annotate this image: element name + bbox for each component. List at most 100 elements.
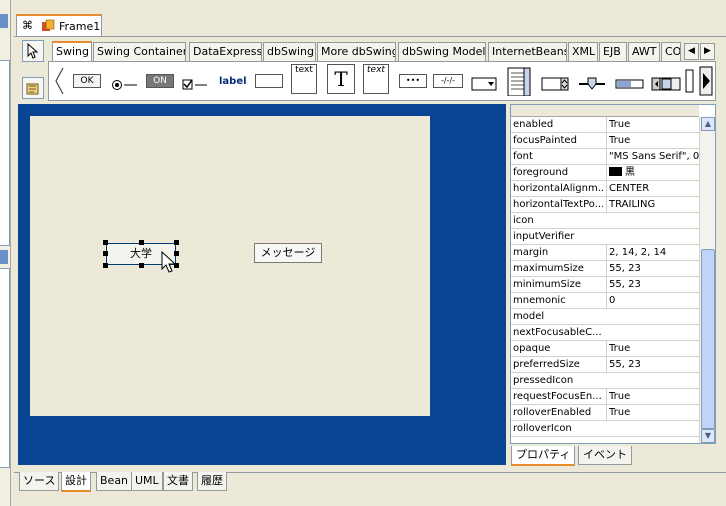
palette-jtextfield[interactable] xyxy=(255,74,283,88)
property-row[interactable]: preferredSize 55, 23 xyxy=(511,357,699,373)
selection-tool-button[interactable] xyxy=(22,40,44,62)
property-row[interactable]: font "MS Sans Serif", 0 xyxy=(511,149,699,165)
view-tab-design[interactable]: 設計 xyxy=(61,472,91,492)
palette-tab-xml[interactable]: XML xyxy=(568,42,598,62)
resize-handle-s[interactable] xyxy=(139,263,144,268)
bean-chooser-button[interactable] xyxy=(22,77,44,99)
palette-tab-dataexpress[interactable]: DataExpress xyxy=(189,42,262,62)
left-panel-top[interactable] xyxy=(0,60,10,246)
view-tab-uml[interactable]: UML xyxy=(131,472,163,491)
property-name: enabled xyxy=(513,119,554,130)
property-value[interactable]: 0 xyxy=(606,293,699,308)
property-value[interactable]: 55, 23 xyxy=(606,261,699,276)
property-value[interactable]: True xyxy=(606,117,699,132)
palette-jlist[interactable] xyxy=(507,66,533,97)
left-panel-bottom[interactable] xyxy=(0,268,10,468)
view-tab-bean[interactable]: Bean xyxy=(96,472,133,491)
view-tab-source[interactable]: ソース xyxy=(19,472,60,491)
palette-jformattedtextfield[interactable]: -/-/- xyxy=(433,74,463,88)
palette-tab-swing-containers[interactable]: Swing Containers xyxy=(93,42,186,62)
bean-chooser-icon xyxy=(26,83,39,95)
property-name: font xyxy=(513,151,533,162)
palette-tab-dbswing-models[interactable]: dbSwing Models xyxy=(398,42,486,62)
property-row[interactable]: opaque True xyxy=(511,341,699,357)
property-row[interactable]: rolloverEnabled True xyxy=(511,405,699,421)
property-row[interactable]: rolloverIcon xyxy=(511,421,699,437)
property-row[interactable]: minimumSize 55, 23 xyxy=(511,277,699,293)
property-value[interactable]: CENTER xyxy=(606,181,699,196)
property-value[interactable]: TRAILING xyxy=(606,197,699,212)
property-value[interactable]: True xyxy=(606,405,699,420)
property-value[interactable]: True xyxy=(606,389,699,404)
palette-tab-ejb[interactable]: EJB xyxy=(599,42,627,62)
tab-scroll-right-icon[interactable]: ▶ xyxy=(700,43,715,60)
property-row[interactable]: horizontalTextPo... TRAILING xyxy=(511,197,699,213)
property-value[interactable]: True xyxy=(606,341,699,356)
resize-handle-ne[interactable] xyxy=(174,240,179,245)
property-value[interactable]: "MS Sans Serif", 0 xyxy=(606,149,699,164)
resize-handle-n[interactable] xyxy=(139,240,144,245)
palette-jcombobox[interactable] xyxy=(471,66,499,96)
close-icon[interactable]: ⌘ xyxy=(22,19,33,32)
palette-jpasswordfield[interactable]: ••• xyxy=(399,74,427,88)
inspector-tab-properties[interactable]: プロパティ xyxy=(511,446,576,466)
left-tab-marker[interactable] xyxy=(0,14,8,28)
property-scrollbar[interactable]: ▲ ▼ xyxy=(699,117,715,443)
resize-handle-w[interactable] xyxy=(103,251,108,256)
property-row[interactable]: model xyxy=(511,309,699,325)
palette-jbutton[interactable]: OK xyxy=(73,74,101,88)
property-row[interactable]: icon xyxy=(511,213,699,229)
property-row[interactable]: margin 2, 14, 2, 14 xyxy=(511,245,699,261)
palette-jlabel[interactable]: label xyxy=(219,76,247,88)
property-row[interactable]: maximumSize 55, 23 xyxy=(511,261,699,277)
palette-jscrollbar[interactable] xyxy=(651,66,681,96)
palette-tab-internetbeans[interactable]: InternetBeans xyxy=(488,42,567,62)
scroll-down-icon[interactable]: ▼ xyxy=(701,429,715,443)
palette-tab-dbswing[interactable]: dbSwing xyxy=(263,42,316,62)
property-row[interactable]: pressedIcon xyxy=(511,373,699,389)
property-row[interactable]: focusPainted True xyxy=(511,133,699,149)
property-row[interactable]: enabled True xyxy=(511,117,699,133)
palette-jeditorpane[interactable]: text xyxy=(363,64,389,94)
palette-scroll-right-icon[interactable] xyxy=(699,66,713,96)
palette-tab-more-dbswing[interactable]: More dbSwing xyxy=(317,42,396,62)
palette-scroll-left-icon[interactable] xyxy=(53,66,65,96)
scroll-up-icon[interactable]: ▲ xyxy=(701,117,715,131)
resize-handle-nw[interactable] xyxy=(103,240,108,245)
left-tab-marker-2[interactable] xyxy=(0,250,8,264)
tab-scroll-left-icon[interactable]: ◀ xyxy=(684,43,699,60)
property-name: mnemonic xyxy=(513,295,566,306)
file-tab-frame1[interactable]: ⌘ Frame1 xyxy=(16,14,102,36)
palette-tab-swing[interactable]: Swing xyxy=(52,41,92,63)
message-button[interactable]: メッセージ xyxy=(254,243,322,263)
palette-jseparator[interactable] xyxy=(685,66,695,96)
palette-jprogressbar[interactable] xyxy=(615,66,645,96)
property-value[interactable]: 55, 23 xyxy=(606,277,699,292)
palette-tab-awt[interactable]: AWT xyxy=(628,42,660,62)
property-row[interactable]: foreground 黒 xyxy=(511,165,699,181)
frame-content-pane[interactable] xyxy=(30,116,430,416)
view-tab-history[interactable]: 履歴 xyxy=(197,472,227,491)
palette-jtogglebutton[interactable]: ON xyxy=(146,74,174,88)
property-row[interactable]: inputVerifier xyxy=(511,229,699,245)
property-value[interactable]: 黒 xyxy=(606,165,699,180)
view-tab-doc[interactable]: 文書 xyxy=(163,472,193,491)
property-value[interactable]: 2, 14, 2, 14 xyxy=(606,245,699,260)
palette-jspinner[interactable] xyxy=(541,66,571,96)
property-row[interactable]: requestFocusEn... True xyxy=(511,389,699,405)
property-row[interactable]: mnemonic 0 xyxy=(511,293,699,309)
palette-tab-corba[interactable]: CO xyxy=(661,42,681,62)
inspector-tab-events[interactable]: イベント xyxy=(578,446,632,465)
property-value[interactable]: 55, 23 xyxy=(606,357,699,372)
property-row[interactable]: horizontalAlignm... CENTER xyxy=(511,181,699,197)
scroll-thumb[interactable] xyxy=(701,249,715,429)
property-row[interactable]: nextFocusableC... xyxy=(511,325,699,341)
palette-jslider[interactable] xyxy=(577,66,607,96)
palette-jradiobutton[interactable] xyxy=(111,66,139,96)
mouse-cursor-icon xyxy=(161,251,177,273)
palette-jtextpane-t[interactable]: T xyxy=(327,64,355,94)
palette-jtextarea[interactable]: text xyxy=(291,64,317,94)
resize-handle-sw[interactable] xyxy=(103,263,108,268)
palette-jcheckbox[interactable] xyxy=(181,66,209,96)
property-value[interactable]: True xyxy=(606,133,699,148)
